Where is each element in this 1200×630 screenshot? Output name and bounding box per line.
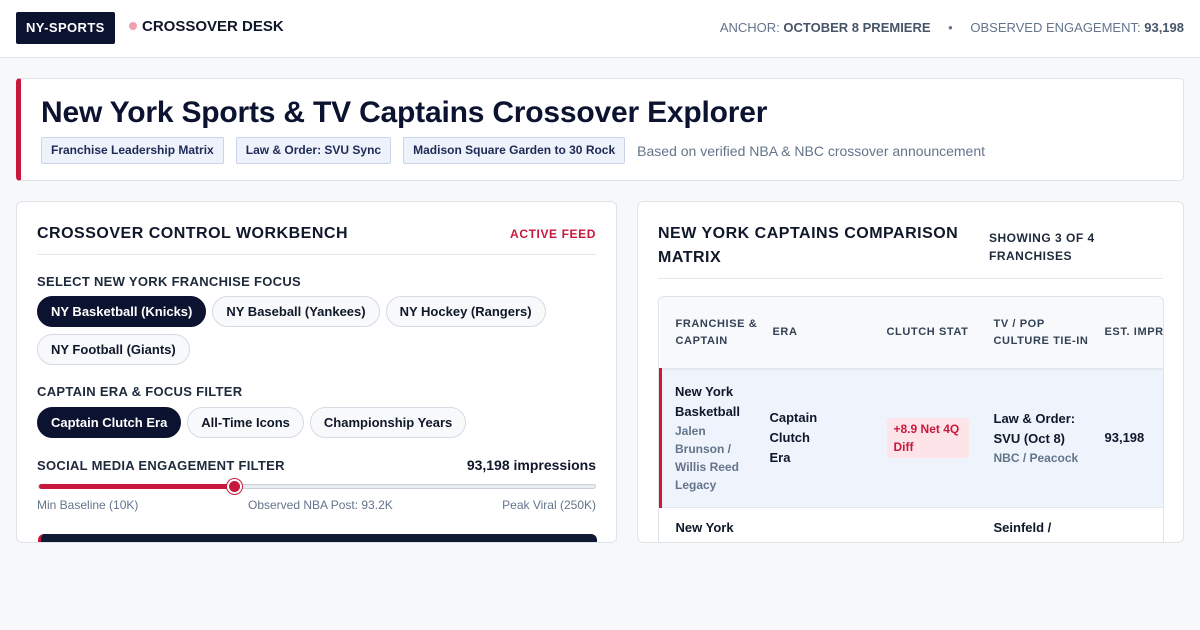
slider-max-label: Peak Viral (250K) bbox=[502, 498, 596, 512]
workbench-title: CROSSOVER CONTROL WORKBENCH bbox=[37, 225, 348, 242]
anchor-label: ANCHOR: bbox=[719, 20, 780, 35]
brand-logo[interactable]: NY-SPORTS bbox=[16, 12, 115, 44]
engagement-filter-label: SOCIAL MEDIA ENGAGEMENT FILTER bbox=[37, 458, 285, 473]
hero-panel: New York Sports & TV Captains Crossover … bbox=[16, 78, 1184, 181]
hero-tags: Franchise Leadership Matrix Law & Order:… bbox=[41, 137, 985, 164]
cell-impressions bbox=[1089, 507, 1163, 538]
page-title: New York Sports & TV Captains Crossover … bbox=[41, 96, 768, 129]
cell-franchise: New York bbox=[660, 507, 758, 538]
franchise-name: New York Basketball bbox=[675, 384, 741, 420]
chip-all-time-icons[interactable]: All-Time Icons bbox=[187, 407, 304, 438]
comparison-matrix: NEW YORK CAPTAINS COMPARISON MATRIX SHOW… bbox=[637, 201, 1184, 543]
chip-captain-clutch-era[interactable]: Captain Clutch Era bbox=[37, 407, 182, 438]
clutch-stat-badge: +8.9 Net 4Q Diff bbox=[886, 418, 969, 459]
tag-leadership-matrix: Franchise Leadership Matrix bbox=[41, 137, 224, 164]
tag-svu-sync: Law & Order: SVU Sync bbox=[235, 137, 392, 164]
workbench-header: CROSSOVER CONTROL WORKBENCH ACTIVE FEED bbox=[37, 202, 596, 255]
col-impressions[interactable]: EST. IMPRESSIONS bbox=[1089, 297, 1163, 370]
cell-impressions: 93,198 bbox=[1089, 369, 1163, 508]
chip-giants[interactable]: NY Football (Giants) bbox=[37, 334, 190, 365]
cell-era bbox=[757, 507, 872, 538]
hero-note: Based on verified NBA & NBC crossover an… bbox=[637, 142, 986, 159]
tag-msg-30rock: Madison Square Garden to 30 Rock bbox=[403, 137, 626, 164]
cell-era: Captain Clutch Era bbox=[757, 369, 872, 508]
status-dot-icon bbox=[129, 22, 137, 30]
table-row[interactable]: New York Seinfeld / bbox=[660, 507, 1163, 538]
chip-yankees[interactable]: NY Baseball (Yankees) bbox=[212, 296, 380, 327]
era-value: Captain Clutch Era bbox=[769, 410, 818, 466]
col-clutch-stat[interactable]: CLUTCH STAT bbox=[871, 297, 979, 370]
col-franchise-captain[interactable]: FRANCHISE & CAPTAIN bbox=[660, 297, 758, 370]
top-meta: ANCHOR: OCTOBER 8 PREMIERE • OBSERVED EN… bbox=[720, 20, 1184, 36]
anchor-value: OCTOBER 8 PREMIERE bbox=[783, 20, 931, 35]
engagement-impressions: 93,198 impressions bbox=[466, 457, 596, 473]
control-workbench: CROSSOVER CONTROL WORKBENCH ACTIVE FEED … bbox=[16, 201, 617, 543]
preview-panel bbox=[38, 534, 597, 542]
active-feed-badge: ACTIVE FEED bbox=[510, 227, 596, 241]
cell-tv-tie-in: Law & Order: SVU (Oct 8) NBC / Peacock bbox=[978, 369, 1090, 508]
col-tv-tie-in[interactable]: TV / POP CULTURE TIE-IN bbox=[978, 297, 1090, 370]
matrix-table-wrap[interactable]: FRANCHISE & CAPTAIN ERA CLUTCH STAT TV /… bbox=[658, 296, 1164, 542]
top-bar: NY-SPORTS CROSSOVER DESK ANCHOR: OCTOBER… bbox=[0, 0, 1200, 58]
era-chips: Captain Clutch Era All-Time Icons Champi… bbox=[37, 407, 597, 438]
franchise-chips: NY Basketball (Knicks) NY Baseball (Yank… bbox=[37, 296, 597, 365]
matrix-table: FRANCHISE & CAPTAIN ERA CLUTCH STAT TV /… bbox=[659, 297, 1163, 538]
franchise-name: New York bbox=[675, 519, 734, 535]
desk-label: CROSSOVER DESK bbox=[142, 18, 284, 35]
col-era[interactable]: ERA bbox=[757, 297, 872, 370]
chip-championship-years[interactable]: Championship Years bbox=[309, 407, 467, 438]
chip-knicks[interactable]: NY Basketball (Knicks) bbox=[37, 296, 207, 327]
slider-min-label: Min Baseline (10K) bbox=[37, 498, 139, 512]
cell-clutch-stat: +8.9 Net 4Q Diff bbox=[871, 369, 979, 508]
matrix-title: NEW YORK CAPTAINS COMPARISON MATRIX bbox=[658, 225, 959, 266]
meta-separator: • bbox=[948, 20, 953, 35]
engagement-label: OBSERVED ENGAGEMENT: bbox=[970, 20, 1141, 35]
engagement-slider[interactable] bbox=[38, 479, 596, 494]
showing-count: SHOWING 3 OF 4 FRANCHISES bbox=[989, 231, 1095, 263]
tv-network: NBC / Peacock bbox=[993, 451, 1079, 466]
matrix-header: NEW YORK CAPTAINS COMPARISON MATRIX SHOW… bbox=[658, 202, 1163, 279]
cell-tv-tie-in: Seinfeld / bbox=[978, 507, 1090, 538]
slider-mid-label: Observed NBA Post: 93.2K bbox=[248, 498, 393, 512]
table-row[interactable]: New York Basketball Jalen Brunson / Will… bbox=[659, 369, 1163, 508]
cell-franchise: New York Basketball Jalen Brunson / Will… bbox=[659, 369, 758, 508]
cell-clutch-stat bbox=[871, 507, 979, 538]
engagement-value: 93,198 bbox=[1144, 20, 1184, 35]
table-header-row: FRANCHISE & CAPTAIN ERA CLUTCH STAT TV /… bbox=[660, 297, 1163, 370]
tv-show: Seinfeld / bbox=[993, 519, 1052, 535]
slider-thumb[interactable] bbox=[226, 479, 242, 494]
desk-title: CROSSOVER DESK bbox=[129, 18, 284, 36]
captain-name: Jalen Brunson / Willis Reed Legacy bbox=[675, 424, 739, 493]
slider-fill bbox=[39, 484, 234, 489]
franchise-focus-label: SELECT NEW YORK FRANCHISE FOCUS bbox=[37, 274, 302, 289]
tv-show: Law & Order: SVU (Oct 8) bbox=[993, 411, 1076, 447]
chip-rangers[interactable]: NY Hockey (Rangers) bbox=[385, 296, 546, 327]
era-filter-label: CAPTAIN ERA & FOCUS FILTER bbox=[37, 384, 243, 399]
